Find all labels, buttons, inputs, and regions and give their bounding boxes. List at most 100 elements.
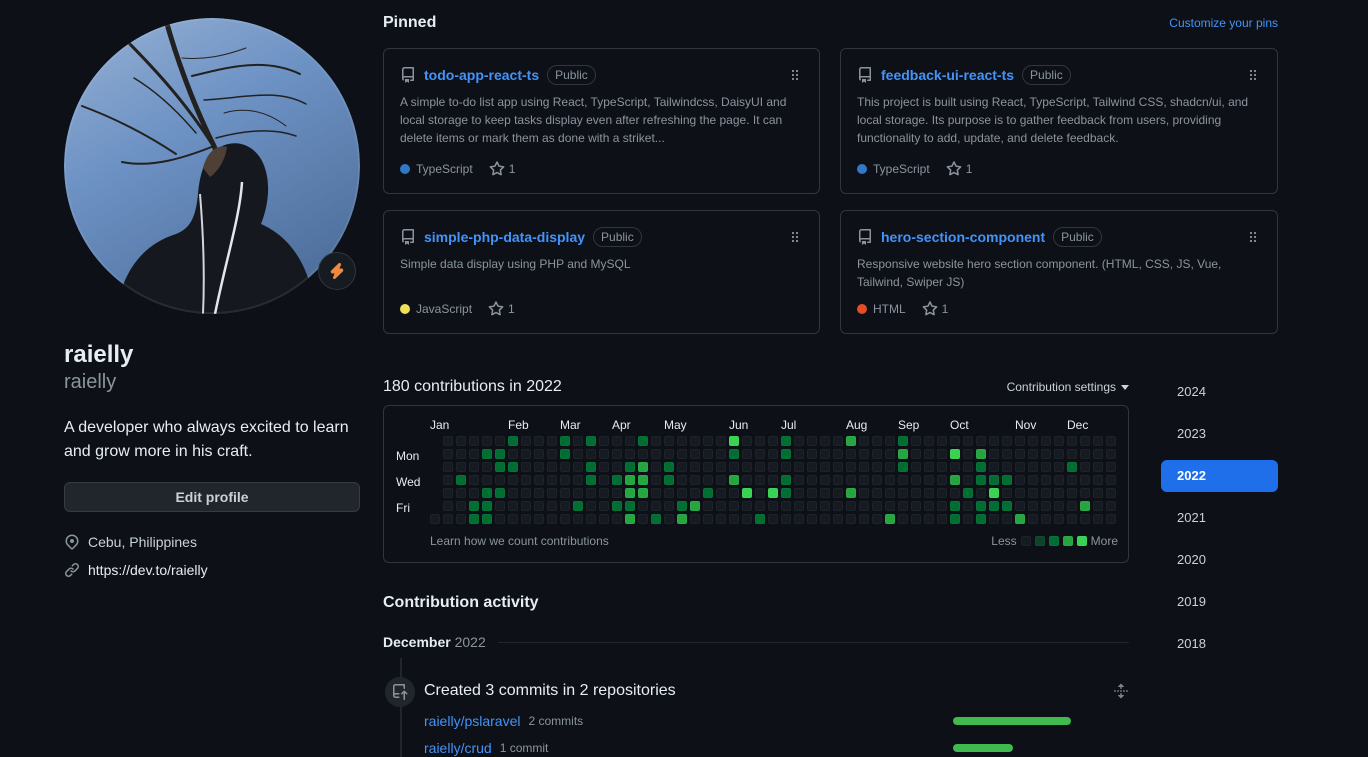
contribution-cell[interactable] bbox=[781, 488, 791, 498]
contribution-cell[interactable] bbox=[482, 488, 492, 498]
contribution-cell[interactable] bbox=[716, 449, 726, 459]
contribution-cell[interactable] bbox=[976, 475, 986, 485]
contribution-cell[interactable] bbox=[599, 488, 609, 498]
contribution-cell[interactable] bbox=[625, 436, 635, 446]
contribution-cell[interactable] bbox=[495, 514, 505, 524]
contribution-cell[interactable] bbox=[1067, 488, 1077, 498]
contribution-settings-dropdown[interactable]: Contribution settings bbox=[1007, 380, 1129, 394]
star-count-link[interactable]: 1 bbox=[488, 301, 515, 317]
contribution-cell[interactable] bbox=[508, 501, 518, 511]
contribution-cell[interactable] bbox=[846, 475, 856, 485]
contribution-cell[interactable] bbox=[573, 501, 583, 511]
contribution-cell[interactable] bbox=[482, 514, 492, 524]
contribution-cell[interactable] bbox=[937, 475, 947, 485]
contribution-cell[interactable] bbox=[963, 488, 973, 498]
contribution-cell[interactable] bbox=[482, 501, 492, 511]
contribution-cell[interactable] bbox=[859, 449, 869, 459]
contribution-cell[interactable] bbox=[1080, 436, 1090, 446]
contribution-cell[interactable] bbox=[976, 462, 986, 472]
contribution-cell[interactable] bbox=[937, 462, 947, 472]
contribution-cell[interactable] bbox=[482, 449, 492, 459]
contribution-cell[interactable] bbox=[547, 514, 557, 524]
contribution-cell[interactable] bbox=[534, 449, 544, 459]
year-item-2020[interactable]: 2020 bbox=[1161, 544, 1278, 576]
contribution-cell[interactable] bbox=[937, 514, 947, 524]
contribution-cell[interactable] bbox=[1041, 501, 1051, 511]
contribution-cell[interactable] bbox=[482, 436, 492, 446]
contribution-cell[interactable] bbox=[963, 475, 973, 485]
contribution-cell[interactable] bbox=[586, 462, 596, 472]
contribution-cell[interactable] bbox=[872, 436, 882, 446]
grabber-icon[interactable] bbox=[787, 229, 803, 245]
contribution-cell[interactable] bbox=[872, 462, 882, 472]
contribution-cell[interactable] bbox=[885, 436, 895, 446]
contribution-cell[interactable] bbox=[456, 462, 466, 472]
contribution-cell[interactable] bbox=[703, 488, 713, 498]
contribution-cell[interactable] bbox=[638, 488, 648, 498]
contribution-cell[interactable] bbox=[599, 449, 609, 459]
contribution-cell[interactable] bbox=[508, 462, 518, 472]
contribution-cell[interactable] bbox=[820, 514, 830, 524]
contribution-cell[interactable] bbox=[924, 436, 934, 446]
contribution-cell[interactable] bbox=[755, 449, 765, 459]
contribution-cell[interactable] bbox=[1106, 488, 1116, 498]
contribution-cell[interactable] bbox=[508, 449, 518, 459]
contribution-cell[interactable] bbox=[976, 501, 986, 511]
contribution-cell[interactable] bbox=[560, 436, 570, 446]
contribution-cell[interactable] bbox=[989, 514, 999, 524]
contribution-cell[interactable] bbox=[1067, 475, 1077, 485]
contribution-cell[interactable] bbox=[911, 514, 921, 524]
contribution-cell[interactable] bbox=[547, 462, 557, 472]
contribution-cell[interactable] bbox=[898, 462, 908, 472]
contribution-cell[interactable] bbox=[872, 501, 882, 511]
contribution-cell[interactable] bbox=[729, 475, 739, 485]
contribution-cell[interactable] bbox=[612, 501, 622, 511]
contribution-cell[interactable] bbox=[638, 462, 648, 472]
contribution-cell[interactable] bbox=[690, 449, 700, 459]
contribution-cell[interactable] bbox=[768, 462, 778, 472]
customize-pins-link[interactable]: Customize your pins bbox=[1169, 16, 1278, 30]
contribution-cell[interactable] bbox=[859, 462, 869, 472]
contribution-cell[interactable] bbox=[1093, 514, 1103, 524]
contribution-cell[interactable] bbox=[495, 488, 505, 498]
contribution-cell[interactable] bbox=[729, 436, 739, 446]
contribution-cell[interactable] bbox=[1054, 475, 1064, 485]
contribution-cell[interactable] bbox=[963, 436, 973, 446]
contribution-cell[interactable] bbox=[664, 462, 674, 472]
contribution-cell[interactable] bbox=[521, 449, 531, 459]
contribution-cell[interactable] bbox=[846, 501, 856, 511]
contribution-cell[interactable] bbox=[1002, 488, 1012, 498]
contribution-cell[interactable] bbox=[716, 488, 726, 498]
contribution-cell[interactable] bbox=[521, 501, 531, 511]
contribution-cell[interactable] bbox=[1106, 501, 1116, 511]
contribution-cell[interactable] bbox=[833, 475, 843, 485]
contribution-cell[interactable] bbox=[690, 436, 700, 446]
contribution-cell[interactable] bbox=[937, 436, 947, 446]
contribution-cell[interactable] bbox=[1080, 501, 1090, 511]
contribution-cell[interactable] bbox=[781, 449, 791, 459]
contribution-cell[interactable] bbox=[729, 488, 739, 498]
contribution-cell[interactable] bbox=[859, 514, 869, 524]
contribution-cell[interactable] bbox=[703, 462, 713, 472]
contribution-cell[interactable] bbox=[586, 514, 596, 524]
contribution-cell[interactable] bbox=[742, 475, 752, 485]
contribution-cell[interactable] bbox=[1054, 462, 1064, 472]
contribution-cell[interactable] bbox=[625, 475, 635, 485]
contribution-cell[interactable] bbox=[716, 514, 726, 524]
contribution-cell[interactable] bbox=[1015, 501, 1025, 511]
contribution-cell[interactable] bbox=[859, 436, 869, 446]
contribution-cell[interactable] bbox=[794, 436, 804, 446]
star-count-link[interactable]: 1 bbox=[922, 301, 948, 317]
contribution-cell[interactable] bbox=[755, 501, 765, 511]
contribution-cell[interactable] bbox=[625, 488, 635, 498]
contribution-cell[interactable] bbox=[573, 449, 583, 459]
contribution-cell[interactable] bbox=[456, 501, 466, 511]
edit-profile-button[interactable]: Edit profile bbox=[64, 482, 360, 512]
contribution-cell[interactable] bbox=[898, 449, 908, 459]
contribution-cell[interactable] bbox=[625, 462, 635, 472]
contribution-cell[interactable] bbox=[1041, 488, 1051, 498]
contribution-cell[interactable] bbox=[807, 488, 817, 498]
contribution-cell[interactable] bbox=[703, 449, 713, 459]
contribution-cell[interactable] bbox=[794, 449, 804, 459]
contribution-cell[interactable] bbox=[1106, 436, 1116, 446]
